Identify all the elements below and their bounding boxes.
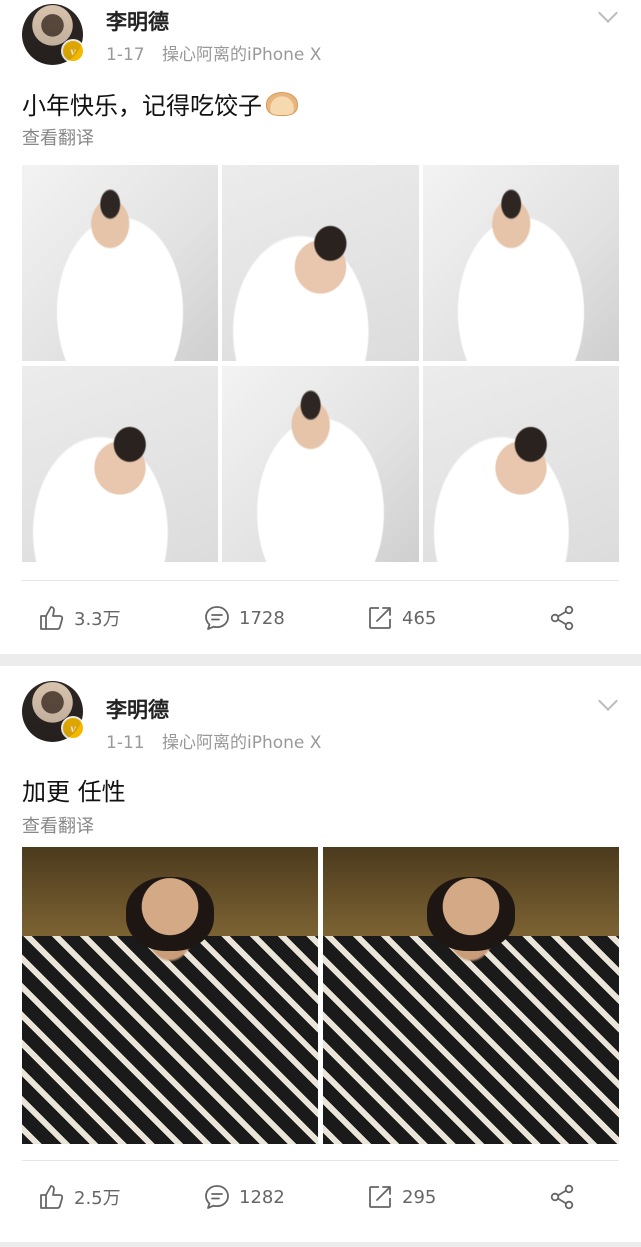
share-button[interactable]	[548, 598, 576, 638]
repost-button[interactable]: 465	[366, 598, 436, 638]
action-bar: 3.3万 1728 465	[0, 598, 641, 638]
share-arrow-icon	[369, 607, 391, 629]
translate-link[interactable]: 查看翻译	[22, 124, 94, 150]
post-source: 操心阿离的iPhone X	[162, 733, 322, 753]
thumb-up-icon	[40, 606, 64, 630]
thumb-up-icon	[40, 1185, 64, 1209]
comment-count: 1728	[239, 607, 285, 629]
avatar[interactable]: v	[22, 681, 85, 742]
verified-badge-icon: v	[61, 39, 85, 63]
share-nodes-icon	[550, 1184, 574, 1210]
comment-button[interactable]: 1728	[203, 598, 285, 638]
comment-button[interactable]: 1282	[203, 1177, 285, 1217]
photo-thumbnail[interactable]	[22, 165, 218, 361]
photo-grid	[22, 165, 619, 562]
like-count: 2.5万	[74, 1188, 121, 1209]
post-meta: 1-11 操心阿离的iPhone X	[106, 728, 321, 753]
comment-icon	[205, 1185, 229, 1209]
repost-button[interactable]: 295	[366, 1177, 436, 1217]
translate-link[interactable]: 查看翻译	[22, 812, 94, 838]
photo-thumbnail[interactable]	[222, 366, 419, 562]
chevron-down-icon[interactable]	[598, 691, 618, 711]
chevron-down-icon[interactable]	[598, 3, 618, 23]
post-text: 小年快乐，记得吃饺子	[22, 86, 298, 121]
post-source: 操心阿离的iPhone X	[162, 45, 322, 65]
post-text: 加更 任性	[22, 778, 126, 806]
comment-icon	[205, 606, 229, 630]
photo-thumbnail[interactable]	[22, 847, 318, 1144]
post-date: 1-17	[106, 45, 145, 65]
post-text-content: 小年快乐，记得吃饺子	[22, 92, 262, 120]
like-count: 3.3万	[74, 609, 121, 630]
divider	[22, 580, 619, 581]
share-arrow-icon	[369, 1186, 391, 1208]
weibo-post-2: v 李明德 1-11 操心阿离的iPhone X 加更 任性 查看翻译 2.5万…	[0, 666, 641, 1242]
comment-count: 1282	[239, 1186, 285, 1208]
action-bar: 2.5万 1282 295	[0, 1177, 641, 1217]
weibo-post-1: v 李明德 1-17 操心阿离的iPhone X 小年快乐，记得吃饺子 查看翻译…	[0, 0, 641, 654]
divider	[22, 1160, 619, 1161]
verified-badge-icon: v	[61, 716, 85, 740]
share-nodes-icon	[550, 605, 574, 631]
repost-count: 295	[402, 1186, 437, 1208]
photo-thumbnail[interactable]	[423, 366, 619, 562]
username[interactable]: 李明德	[106, 694, 169, 724]
share-button[interactable]	[548, 1177, 576, 1217]
dumpling-emoji	[266, 92, 298, 116]
avatar[interactable]: v	[22, 4, 85, 65]
like-button[interactable]: 3.3万	[38, 598, 121, 638]
post-date: 1-11	[106, 733, 145, 753]
photo-thumbnail[interactable]	[22, 366, 218, 562]
photo-thumbnail[interactable]	[222, 165, 419, 361]
username[interactable]: 李明德	[106, 6, 169, 36]
post-meta: 1-17 操心阿离的iPhone X	[106, 40, 321, 65]
like-button[interactable]: 2.5万	[38, 1177, 121, 1217]
photo-thumbnail[interactable]	[323, 847, 619, 1144]
photo-grid	[22, 847, 619, 1144]
photo-thumbnail[interactable]	[423, 165, 619, 361]
repost-count: 465	[402, 607, 437, 629]
